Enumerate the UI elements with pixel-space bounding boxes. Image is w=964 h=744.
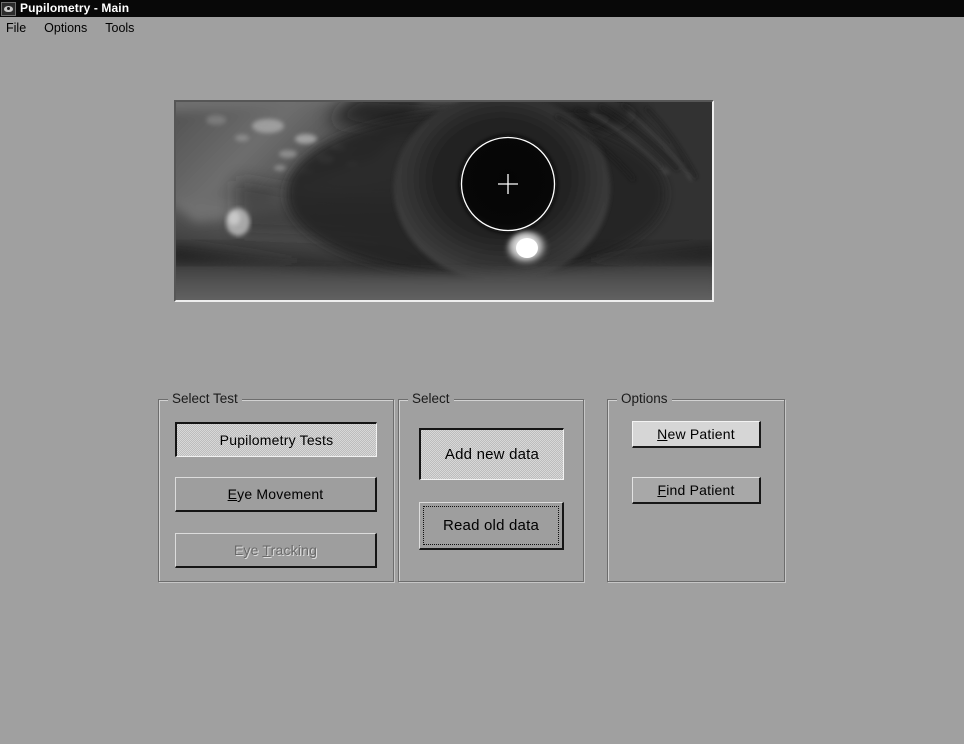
eye-app-icon[interactable] <box>1 1 16 16</box>
options-group-label: Options <box>617 390 672 408</box>
pupilometry-tests-button[interactable]: Pupilometry Tests <box>175 422 377 457</box>
title-bar: Pupilometry - Main <box>0 0 964 17</box>
eye-image-preview[interactable] <box>174 100 714 302</box>
options-group: Options New Patient Find Patient <box>607 390 785 582</box>
pupilometry-tests-button-label: Pupilometry Tests <box>219 432 334 448</box>
menu-tools[interactable]: Tools <box>105 19 142 37</box>
select-group-border <box>398 399 584 582</box>
eye-image-canvas <box>176 102 712 300</box>
select-group-label: Select <box>408 390 454 408</box>
menu-bar: File Options Tools <box>0 17 964 39</box>
window-title: Pupilometry - Main <box>20 1 130 15</box>
read-old-data-button[interactable]: Read old data <box>419 502 564 550</box>
application-window: Pupilometry - Main File Options Tools Se… <box>0 0 964 744</box>
eye-movement-button-label: Eye Movement <box>227 486 324 502</box>
select-test-group-label: Select Test <box>168 390 242 408</box>
find-patient-button-label: Find Patient <box>657 482 735 498</box>
eye-movement-button[interactable]: Eye Movement <box>175 477 377 512</box>
select-group: Select Add new data Read old data <box>398 390 584 582</box>
read-old-data-button-label: Read old data <box>442 517 539 534</box>
new-patient-button-label: New Patient <box>657 426 735 442</box>
add-new-data-button-label: Add new data <box>444 446 540 463</box>
menu-file[interactable]: File <box>6 19 34 37</box>
eye-tracking-button-label: Eye Tracking <box>233 542 318 558</box>
add-new-data-button[interactable]: Add new data <box>419 428 564 480</box>
menu-options[interactable]: Options <box>44 19 95 37</box>
eye-tracking-button[interactable]: Eye Tracking <box>175 533 377 568</box>
select-test-group: Select Test Pupilometry Tests Eye Moveme… <box>158 390 394 582</box>
new-patient-button[interactable]: New Patient <box>632 421 761 448</box>
find-patient-button[interactable]: Find Patient <box>632 477 761 504</box>
